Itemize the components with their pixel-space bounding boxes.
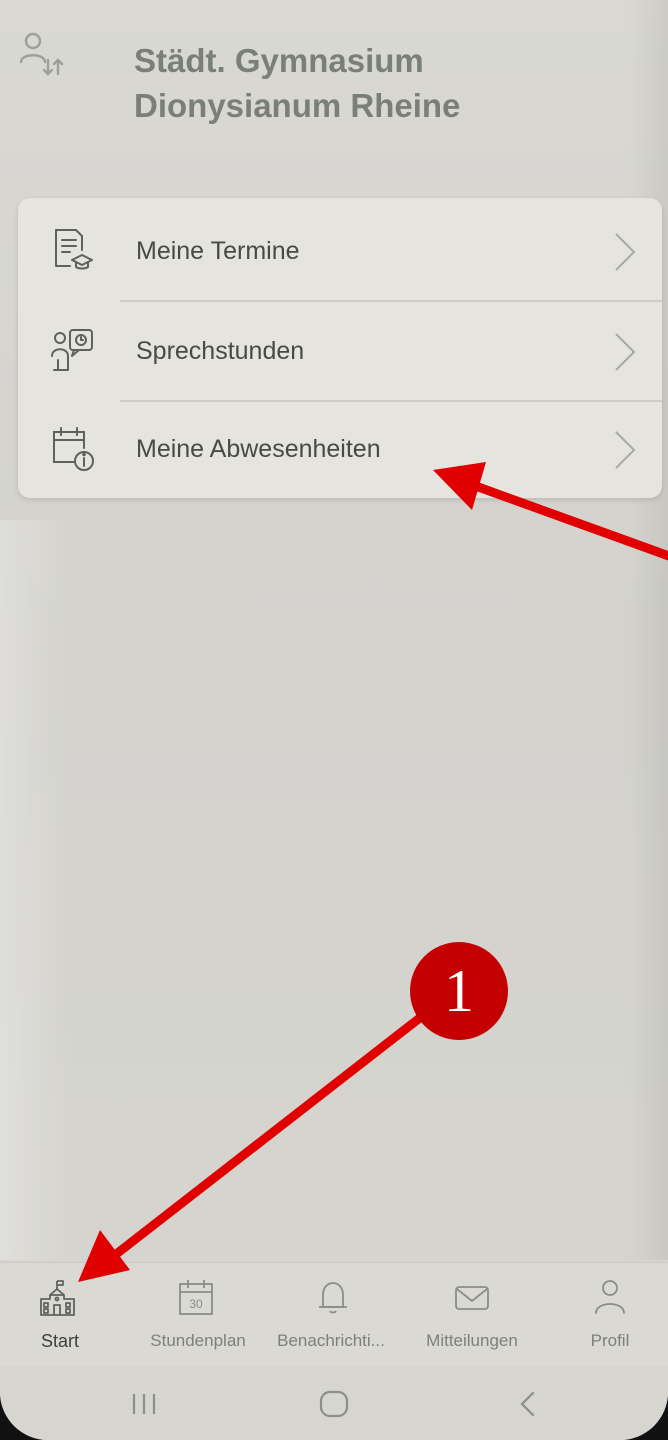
chevron-right-icon <box>612 430 636 470</box>
menu-item-meine-abwesenheiten[interactable]: Meine Abwesenheiten <box>18 400 662 500</box>
bottom-navigation: Start 30 Stundenplan Benachrichti... Mit… <box>0 1262 668 1367</box>
annotation-badge: 1 <box>410 942 508 1040</box>
school-name: Städt. Gymnasium Dionysianum Rheine <box>134 38 594 128</box>
recent-apps-icon[interactable] <box>124 1384 164 1424</box>
person-icon <box>590 1277 630 1317</box>
nav-item-profil[interactable]: Profil <box>570 1263 650 1367</box>
school-building-icon <box>38 1277 78 1317</box>
menu-item-meine-termine[interactable]: Meine Termine <box>18 202 662 302</box>
menu-item-sprechstunden[interactable]: Sprechstunden <box>18 302 662 402</box>
menu-card: Meine Termine Sprechstunden Meine Abwese… <box>18 198 662 498</box>
nav-item-start[interactable]: Start <box>20 1263 100 1367</box>
menu-item-label: Meine Termine <box>136 237 300 265</box>
bell-icon <box>313 1277 353 1317</box>
chevron-right-icon <box>612 232 636 272</box>
menu-item-label: Meine Abwesenheiten <box>136 435 381 463</box>
nav-item-stundenplan[interactable]: 30 Stundenplan <box>138 1263 258 1367</box>
envelope-icon <box>452 1277 492 1317</box>
annotation-arrow-to-start <box>78 1005 435 1282</box>
app-screen: Städt. Gymnasium Dionysianum Rheine Mein… <box>0 0 668 1440</box>
nav-item-mitteilungen[interactable]: Mitteilungen <box>412 1263 532 1367</box>
nav-label: Benachrichti... <box>277 1331 385 1350</box>
menu-item-label: Sprechstunden <box>136 337 305 365</box>
nav-item-benachrichtigungen[interactable]: Benachrichti... <box>266 1263 396 1367</box>
calendar-30-icon: 30 <box>176 1277 216 1317</box>
calendar-day-text: 30 <box>189 1297 203 1311</box>
light-reflection <box>0 520 70 1260</box>
edge-shadow <box>628 0 668 1260</box>
nav-label: Start <box>40 1331 80 1351</box>
calendar-info-icon <box>48 424 96 472</box>
home-icon[interactable] <box>314 1384 354 1424</box>
user-switch-icon[interactable] <box>16 30 66 80</box>
document-graduation-icon <box>48 226 96 274</box>
nav-label: Profil <box>590 1331 630 1350</box>
consultation-icon <box>48 326 96 374</box>
nav-label: Stundenplan <box>150 1331 246 1350</box>
school-name-line2: Dionysianum Rheine <box>134 87 461 124</box>
nav-label: Mitteilungen <box>426 1331 518 1350</box>
school-name-line1: Städt. Gymnasium <box>134 42 424 79</box>
chevron-right-icon <box>612 332 636 372</box>
system-navigation-bar <box>0 1366 668 1440</box>
back-icon[interactable] <box>508 1384 548 1424</box>
